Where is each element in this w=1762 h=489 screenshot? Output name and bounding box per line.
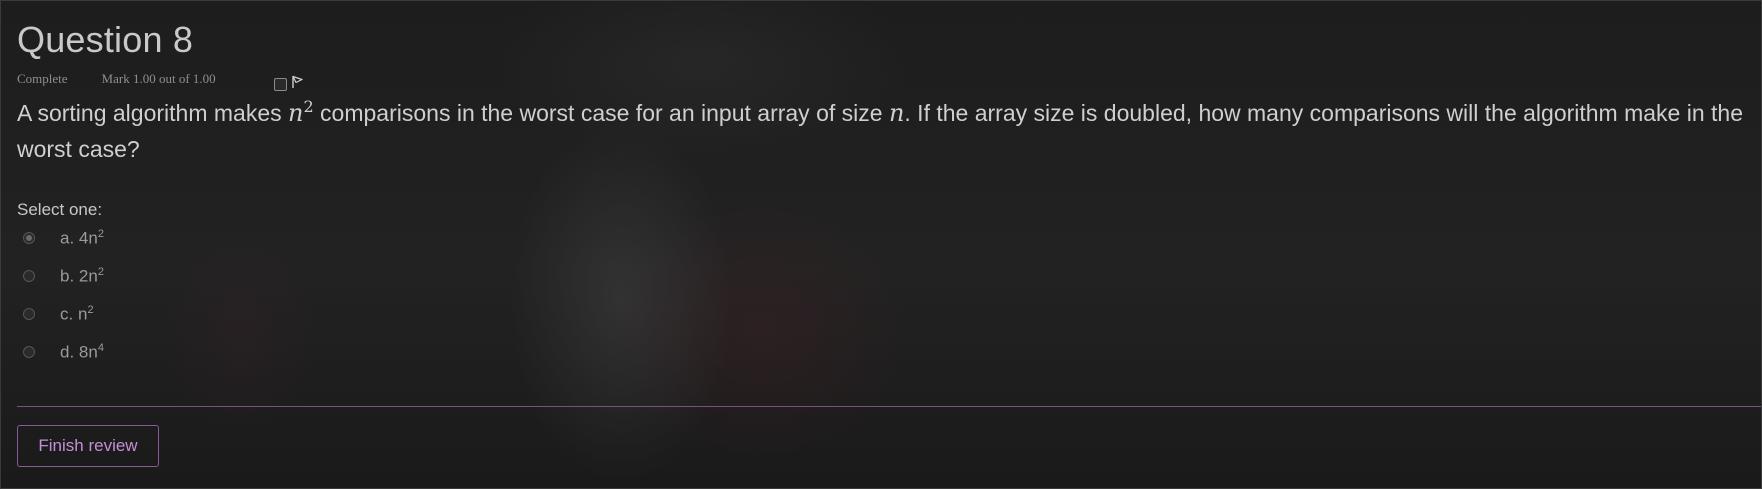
flag-icon[interactable] <box>291 75 305 89</box>
radio-b[interactable] <box>23 270 35 282</box>
radio-d[interactable] <box>23 346 35 358</box>
math-n: n <box>888 99 905 127</box>
math-n-squared: n2 <box>288 97 314 127</box>
option-letter: b. <box>60 266 75 286</box>
option-letter: c. <box>60 304 74 324</box>
option-letter: d. <box>60 342 75 362</box>
option-exponent: 2 <box>97 265 104 278</box>
footer-divider <box>17 406 1761 407</box>
option-exponent: 2 <box>87 303 94 316</box>
question-grade: Mark 1.00 out of 1.00 <box>101 71 216 86</box>
question-text-part-2: comparisons in the worst case for an inp… <box>313 100 889 126</box>
answer-label-d: d. 8n4 <box>60 342 104 363</box>
option-letter: a. <box>60 228 75 248</box>
answer-option-c[interactable]: c. n2 <box>23 302 94 326</box>
answer-option-a[interactable]: a. 4n2 <box>23 226 104 250</box>
answer-option-d[interactable]: d. 8n4 <box>23 340 104 364</box>
question-panel: Question 8 Complete Mark 1.00 out of 1.0… <box>0 0 1762 489</box>
option-base: 2n <box>78 266 98 286</box>
question-info: Complete Mark 1.00 out of 1.00 <box>17 71 216 87</box>
question-title: Question 8 <box>17 19 194 60</box>
select-prompt: Select one: <box>17 200 103 219</box>
radio-a[interactable] <box>23 232 35 244</box>
option-exponent: 4 <box>97 341 104 354</box>
option-base: 8n <box>78 342 98 362</box>
question-text: A sorting algorithm makes n2 comparisons… <box>17 89 1747 167</box>
question-text-part-1: A sorting algorithm makes <box>17 100 289 126</box>
option-exponent: 2 <box>97 227 104 240</box>
answer-label-c: c. n2 <box>60 304 94 325</box>
option-base: 4n <box>78 228 98 248</box>
radio-c[interactable] <box>23 308 35 320</box>
math-base: n <box>288 99 304 127</box>
math-exponent: 2 <box>303 97 314 116</box>
answer-label-b: b. 2n2 <box>60 266 104 287</box>
answer-option-b[interactable]: b. 2n2 <box>23 264 104 288</box>
question-state: Complete <box>17 71 68 86</box>
finish-review-button[interactable]: Finish review <box>17 425 159 467</box>
answer-label-a: a. 4n2 <box>60 228 104 249</box>
